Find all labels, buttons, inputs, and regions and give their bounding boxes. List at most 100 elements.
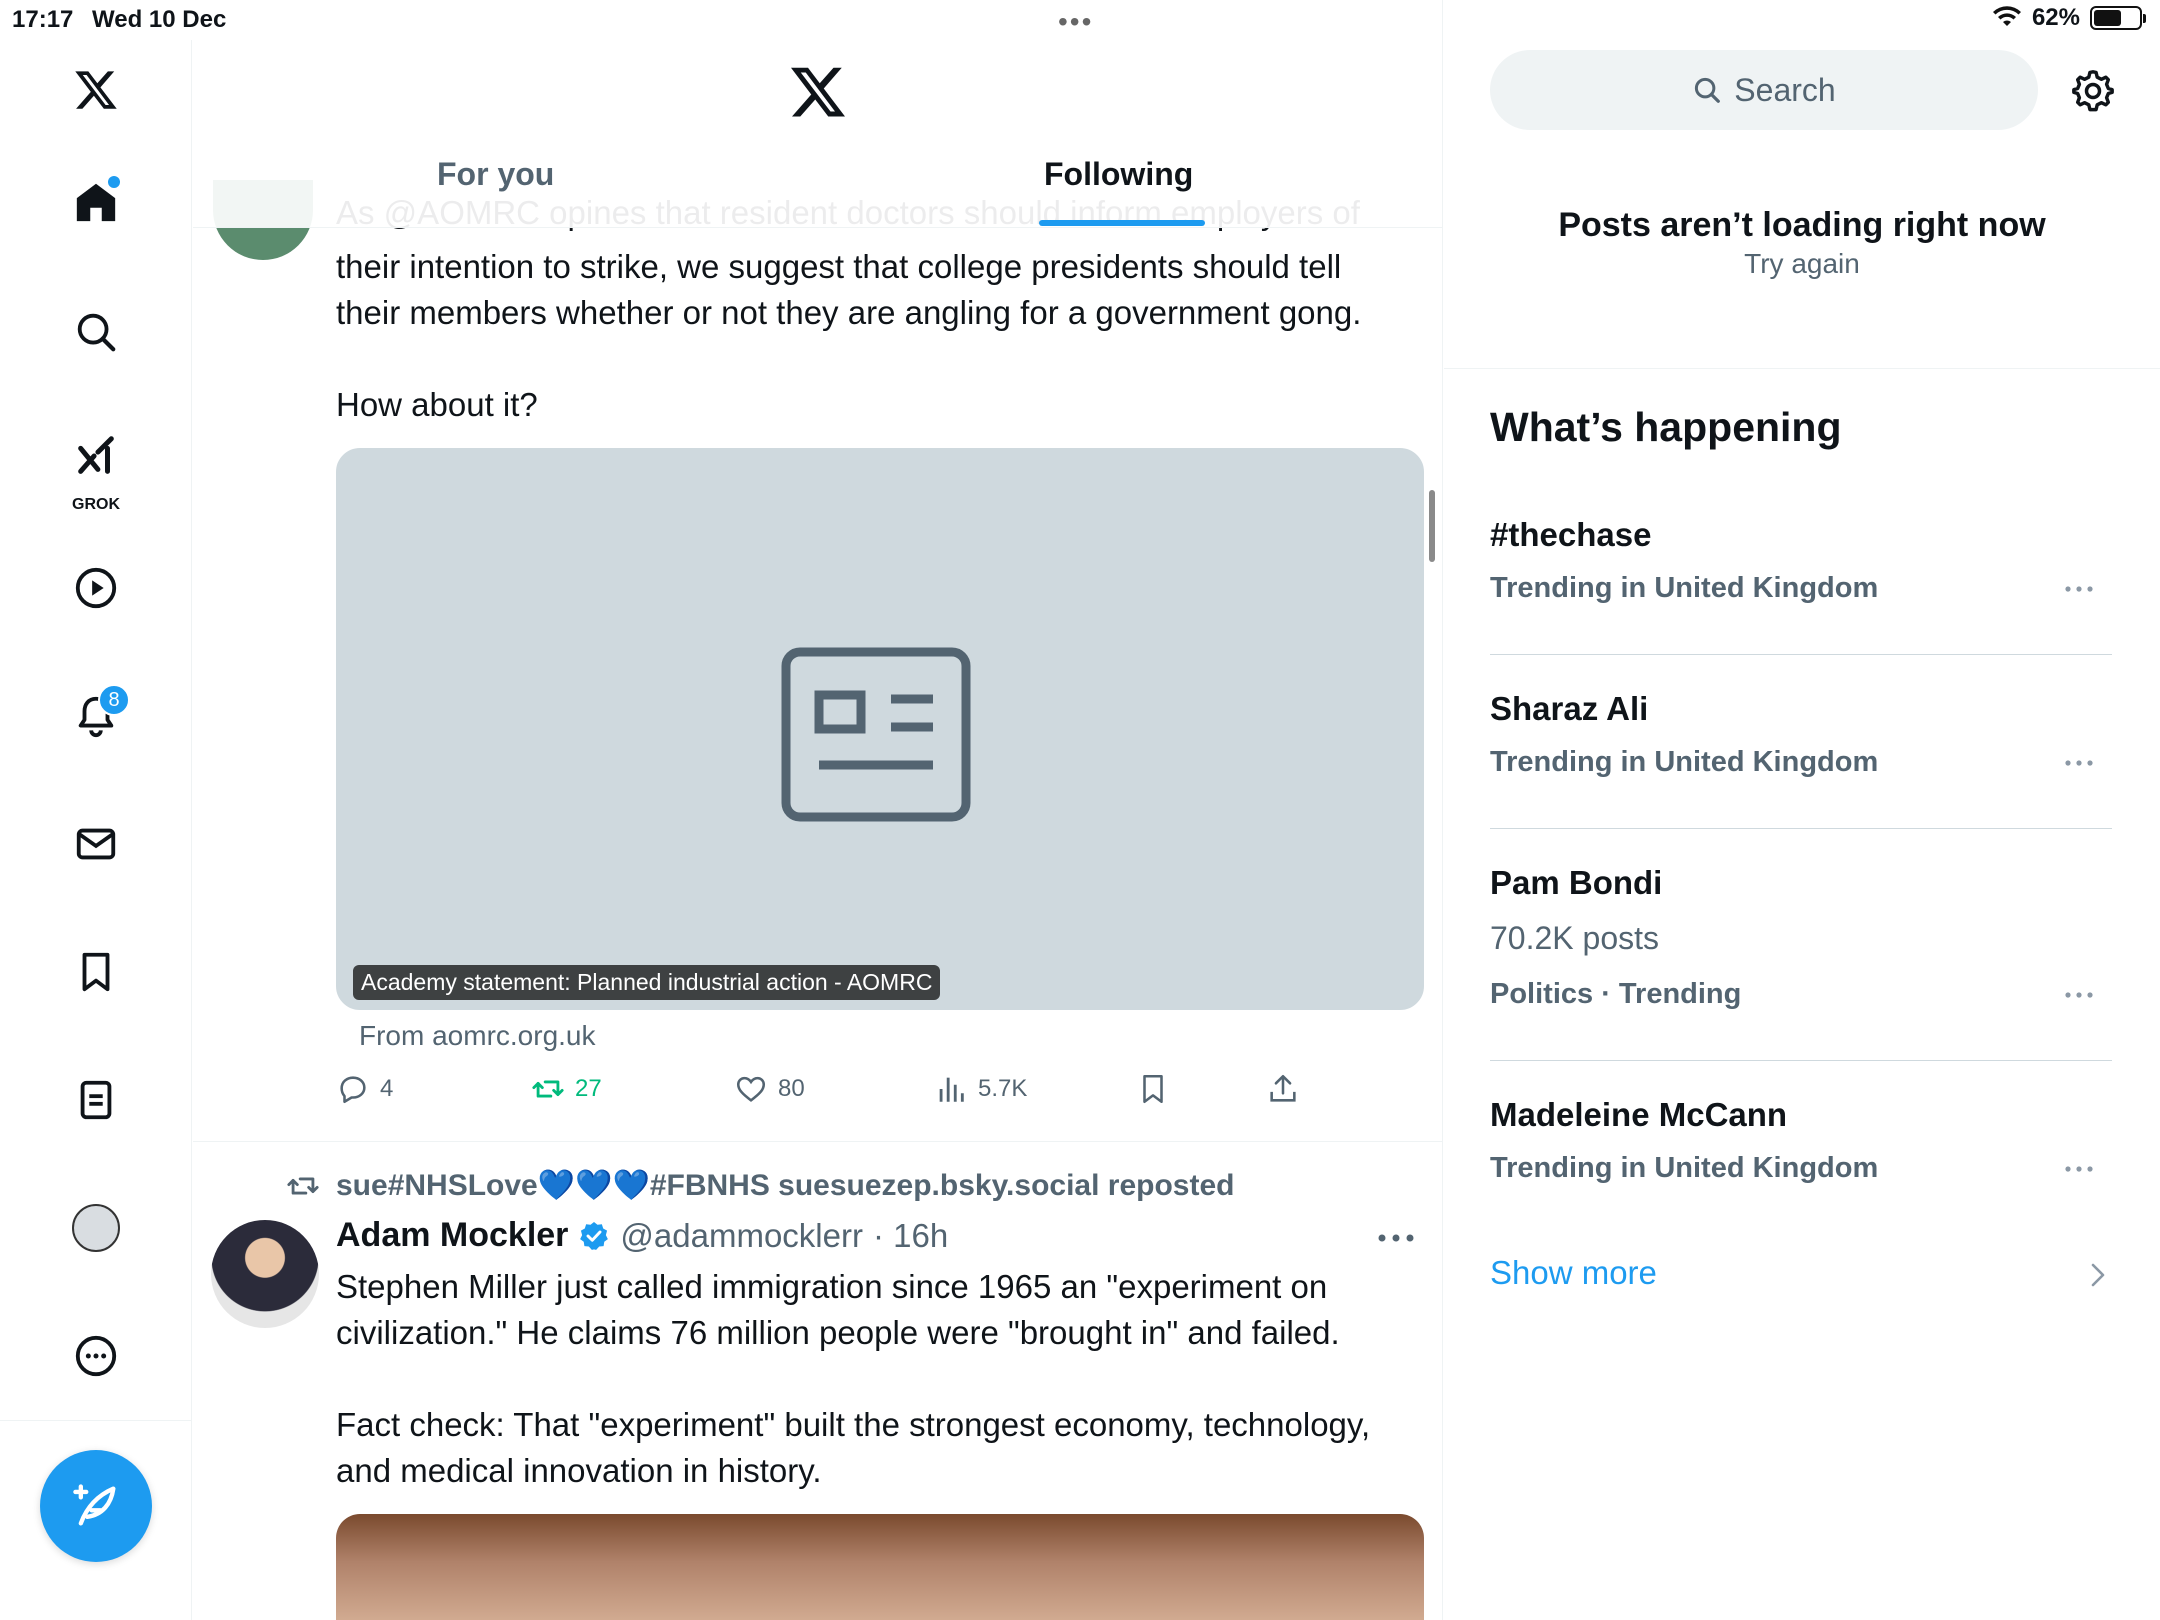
left-nav: GROK 8 <box>0 40 192 1620</box>
reply-icon <box>340 1076 366 1104</box>
tab-for-you[interactable]: For you <box>437 156 554 193</box>
heart-icon <box>736 1076 766 1102</box>
more-circle-icon <box>75 1335 117 1377</box>
nav-video[interactable] <box>58 550 134 626</box>
trend-more-icon[interactable] <box>2064 1164 2094 1174</box>
play-icon <box>75 567 117 609</box>
repost-count: 27 <box>575 1075 602 1102</box>
retry-link[interactable]: Try again <box>1444 248 2160 280</box>
section-divider <box>1444 368 2160 369</box>
post-text-line: Stephen Miller just called immigration s… <box>336 1268 1328 1305</box>
post-text-line: their intention to strike, we suggest th… <box>336 248 1342 285</box>
compose-post-button[interactable] <box>40 1450 152 1562</box>
nav-home[interactable] <box>58 164 134 240</box>
trend-meta: Trending in United Kingdom <box>1490 746 1879 778</box>
trend-divider <box>1490 654 2112 655</box>
view-count: 5.7K <box>978 1075 1028 1102</box>
battery-level <box>2094 10 2121 26</box>
search-input[interactable]: Search <box>1490 50 2038 130</box>
author-avatar[interactable] <box>211 1220 319 1328</box>
trend-item[interactable]: #thechase Trending in United Kingdom <box>1490 516 2112 626</box>
reposter-name: sue#NHSLove <box>336 1169 538 1202</box>
notifications-badge: 8 <box>98 684 130 716</box>
post-actions: 4 27 80 5.7K <box>336 1072 1336 1116</box>
more-options-icon[interactable] <box>1376 1232 1416 1244</box>
tab-following[interactable]: Following <box>1044 156 1193 193</box>
nav-lists[interactable] <box>58 1062 134 1138</box>
active-tab-indicator <box>1039 220 1205 226</box>
section-title: What’s happening <box>1490 404 1842 450</box>
list-icon <box>80 1080 112 1120</box>
reply-count: 4 <box>380 1075 394 1102</box>
share-button[interactable] <box>1266 1072 1300 1106</box>
trend-name: Madeleine McCann <box>1490 1096 1788 1133</box>
post-time: · 16h <box>872 1216 949 1254</box>
post-media-image[interactable] <box>336 1514 1424 1620</box>
nav-messages[interactable] <box>58 806 134 882</box>
error-title: Posts aren’t loading right now <box>1558 206 2046 244</box>
battery-icon <box>2090 6 2146 30</box>
trend-post-count: 70.2K posts <box>1490 920 1659 956</box>
trend-more-icon[interactable] <box>2064 990 2094 1000</box>
grok-icon <box>78 436 114 474</box>
nav-bookmarks[interactable] <box>58 934 134 1010</box>
scrollbar-thumb[interactable] <box>1429 490 1435 562</box>
nav-grok[interactable]: GROK <box>58 416 134 516</box>
grok-label: GROK <box>72 496 120 513</box>
trend-item[interactable]: Sharaz Ali Trending in United Kingdom <box>1490 690 2112 800</box>
repost-icon <box>287 1177 319 1194</box>
nav-profile[interactable] <box>58 1190 134 1266</box>
repost-button[interactable]: 27 <box>531 1072 602 1106</box>
author-line: Adam Mockler @adammocklerr · 16h <box>336 1216 948 1255</box>
show-more-link[interactable]: Show more <box>1490 1254 1657 1292</box>
post-text-line: their members whether or not they are an… <box>336 294 1362 331</box>
envelope-icon <box>76 828 116 860</box>
post-text-line: How about it? <box>336 386 538 423</box>
card-source[interactable]: From aomrc.org.uk <box>359 1020 596 1052</box>
trend-item[interactable]: Madeleine McCann Trending in United King… <box>1490 1096 2112 1206</box>
profile-avatar <box>72 1204 120 1252</box>
link-preview-card[interactable]: Academy statement: Planned industrial ac… <box>336 448 1424 1010</box>
compose-feather-icon <box>73 1484 116 1526</box>
author-name[interactable]: Adam Mockler <box>336 1216 568 1255</box>
article-icon <box>781 647 971 822</box>
wifi-icon <box>1992 6 2021 26</box>
trend-meta: Politics · Trending <box>1490 978 1742 1010</box>
trend-more-icon[interactable] <box>2064 758 2094 768</box>
trend-divider <box>1490 1060 2112 1061</box>
nav-notifications[interactable]: 8 <box>58 678 134 754</box>
status-indicators: 62% <box>1992 4 2146 32</box>
search-icon <box>77 313 116 352</box>
reposter-suffix: #FBNHS suesuezep.bsky.social reposted <box>649 1169 1235 1202</box>
nav-explore[interactable] <box>58 294 134 370</box>
trend-name: #thechase <box>1490 516 1652 553</box>
timeline: As @AOMRC opines that resident doctors s… <box>193 0 1443 1620</box>
trend-item[interactable]: Pam Bondi 70.2K posts Politics · Trendin… <box>1490 864 2112 1034</box>
like-button[interactable]: 80 <box>734 1072 805 1106</box>
battery-percent: 62% <box>2031 4 2080 31</box>
trend-meta: Trending in United Kingdom <box>1490 1152 1879 1184</box>
bookmark-icon <box>1143 1074 1163 1104</box>
repost-icon <box>532 1080 564 1098</box>
status-time: 17:17 <box>12 6 74 33</box>
x-logo-icon[interactable] <box>58 52 134 128</box>
chevron-right-icon <box>2091 1263 2105 1287</box>
analytics-icon <box>939 1077 964 1102</box>
x-logo-icon[interactable] <box>788 62 848 122</box>
verified-badge-icon <box>580 1221 609 1250</box>
repost-attribution[interactable]: sue#NHSLove💙💙💙#FBNHS suesuezep.bsky.soci… <box>286 1168 1234 1203</box>
nav-divider <box>0 1420 192 1421</box>
views-button[interactable]: 5.7K <box>934 1072 1027 1106</box>
nav-more[interactable] <box>58 1318 134 1394</box>
reply-button[interactable]: 4 <box>336 1072 393 1106</box>
trend-more-icon[interactable] <box>2064 584 2094 594</box>
gear-icon[interactable] <box>2070 68 2116 114</box>
trend-name: Pam Bondi <box>1490 864 1663 901</box>
trend-meta: Trending in United Kingdom <box>1490 572 1879 604</box>
bookmark-post-button[interactable] <box>1136 1072 1170 1106</box>
bookmark-icon <box>82 952 110 992</box>
home-new-dot <box>108 176 120 188</box>
search-placeholder: Search <box>1734 71 1836 108</box>
search-icon <box>1695 77 1721 103</box>
author-handle[interactable]: @adammocklerr <box>620 1217 863 1255</box>
